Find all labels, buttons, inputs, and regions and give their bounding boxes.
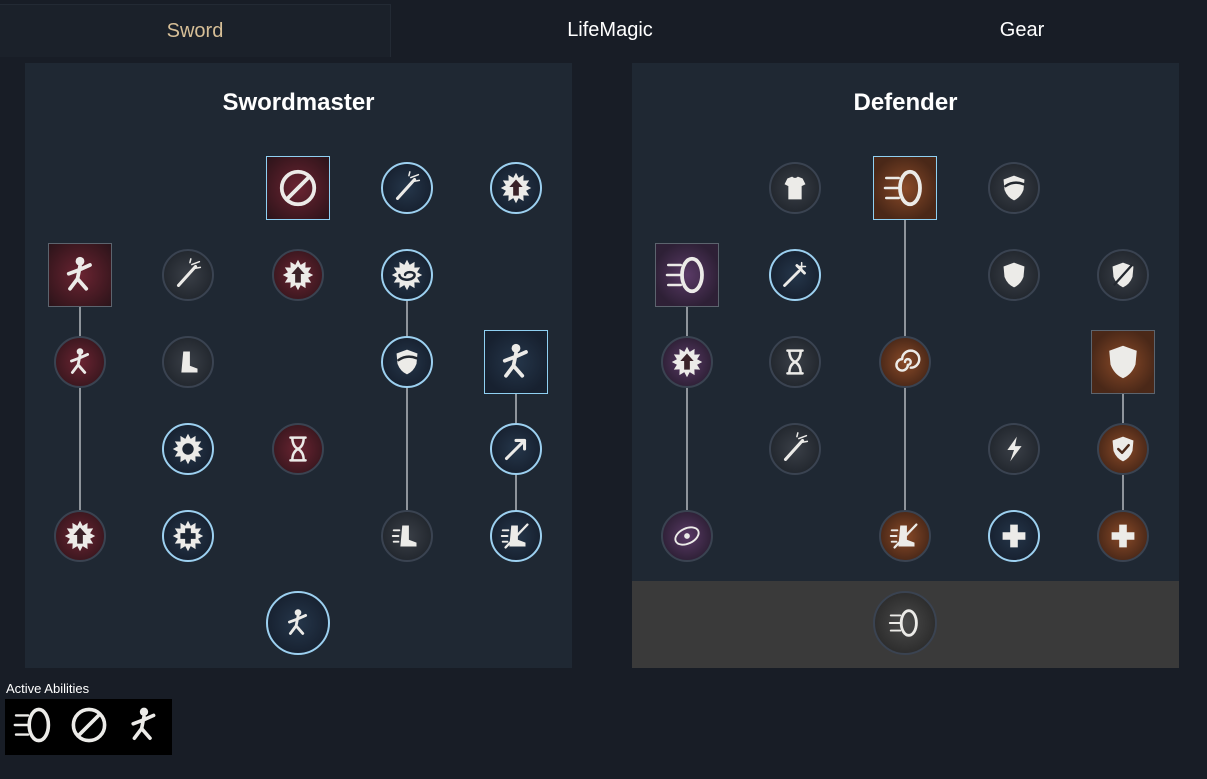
skill-node-df-r2-c4[interactable]: [988, 249, 1040, 301]
shield-rush-icon: [10, 701, 58, 754]
large-shield-icon: [1098, 337, 1148, 387]
skill-node-df-r3-c2[interactable]: [769, 336, 821, 388]
connector-line: [406, 275, 408, 536]
arrow-strike-icon: [497, 430, 535, 468]
skill-node-sm-r5-c2[interactable]: [162, 510, 214, 562]
skill-node-df-r4-c4[interactable]: [988, 423, 1040, 475]
skill-node-df-r4-c5[interactable]: [1097, 423, 1149, 475]
health-cross-icon: [1104, 517, 1142, 555]
hourglass-down-icon: [279, 430, 317, 468]
skill-node-sm-r5-c1[interactable]: [54, 510, 106, 562]
spiral-icon: [886, 343, 924, 381]
upgrade-burst-icon: [668, 343, 706, 381]
skill-node-sm-r1-c5[interactable]: [490, 162, 542, 214]
whirling-blade-icon: [65, 701, 113, 754]
hourglass-icon: [776, 343, 814, 381]
skill-node-df-r3-c3[interactable]: [879, 336, 931, 388]
shield-bash-icon: [662, 250, 712, 300]
upgrade-burst-icon: [61, 517, 99, 555]
active-abilities-bar: [5, 699, 172, 755]
triumph-figure-icon: [279, 604, 317, 642]
shield-down-icon: [995, 256, 1033, 294]
no-slow-icon: [497, 517, 535, 555]
shield-swipe-icon: [388, 343, 426, 381]
skill-node-sm-r4-c5[interactable]: [490, 423, 542, 475]
healing-plus-icon: [995, 517, 1033, 555]
orbit-stars-icon: [668, 517, 706, 555]
skill-node-sm-r1-c3[interactable]: [266, 156, 330, 220]
sword-strike-icon: [388, 169, 426, 207]
skill-node-sm-r2-c2[interactable]: [162, 249, 214, 301]
defender-tree: Defender: [632, 63, 1179, 668]
upgrade-burst-icon: [497, 169, 535, 207]
tab-lifemagic[interactable]: LifeMagic: [404, 4, 816, 57]
no-shield-icon: [1104, 256, 1142, 294]
shield-rush-icon: [880, 163, 930, 213]
upgrade-burst-icon: [279, 256, 317, 294]
skill-node-df-r1-c3[interactable]: [873, 156, 937, 220]
tab-sword[interactable]: Sword: [0, 4, 391, 57]
shield-swipe-icon: [995, 169, 1033, 207]
skill-node-sm-r3-c1[interactable]: [54, 336, 106, 388]
skill-node-df-r3-c5[interactable]: [1091, 330, 1155, 394]
skill-node-sm-r3-c2[interactable]: [162, 336, 214, 388]
skill-node-sm-r2-c1[interactable]: [48, 243, 112, 307]
skill-node-df-r4-c2[interactable]: [769, 423, 821, 475]
skill-node-df-r5-c5[interactable]: [1097, 510, 1149, 562]
tree-title: Defender: [853, 89, 958, 116]
skill-node-sm-ultimate[interactable]: [266, 591, 330, 655]
skill-node-df-r2-c1[interactable]: [655, 243, 719, 307]
connector-line: [686, 275, 688, 536]
lightning-icon: [995, 430, 1033, 468]
sword-sparkle-icon: [169, 256, 207, 294]
skill-node-df-ultimate[interactable]: [873, 591, 937, 655]
armor-chest-icon: [776, 169, 814, 207]
skill-node-df-r5-c3[interactable]: [879, 510, 931, 562]
boot-upgrade-icon: [169, 343, 207, 381]
skill-node-sm-r3-c5[interactable]: [484, 330, 548, 394]
skill-node-sm-r3-c4[interactable]: [381, 336, 433, 388]
lunge-figure-icon: [55, 250, 105, 300]
tab-gear[interactable]: Gear: [836, 4, 1207, 57]
speed-boot-icon: [388, 517, 426, 555]
tab-bar: Sword LifeMagic Gear: [0, 0, 1207, 57]
skill-node-sm-r4-c3[interactable]: [272, 423, 324, 475]
skill-node-df-r3-c1[interactable]: [661, 336, 713, 388]
active-abilities-label: Active Abilities: [6, 681, 90, 696]
charging-figure-icon: [61, 343, 99, 381]
shield-spin-icon: [886, 604, 924, 642]
skill-node-df-r5-c4[interactable]: [988, 510, 1040, 562]
active-ability-slot-1[interactable]: [7, 701, 60, 753]
active-ability-slot-2[interactable]: [62, 701, 115, 753]
tree-title: Swordmaster: [222, 89, 375, 116]
skill-node-df-r2-c5[interactable]: [1097, 249, 1149, 301]
sword-strike-icon: [776, 430, 814, 468]
skill-node-sm-r2-c4[interactable]: [381, 249, 433, 301]
health-burst-icon: [169, 517, 207, 555]
skill-node-sm-r5-c4[interactable]: [381, 510, 433, 562]
skill-node-df-r1-c4[interactable]: [988, 162, 1040, 214]
heart-burst-icon: [169, 430, 207, 468]
leaping-strike-icon: [491, 337, 541, 387]
vortex-burst-icon: [388, 256, 426, 294]
skill-node-sm-r5-c5[interactable]: [490, 510, 542, 562]
skill-node-sm-r1-c4[interactable]: [381, 162, 433, 214]
shield-check-icon: [1104, 430, 1142, 468]
skill-node-df-r1-c2[interactable]: [769, 162, 821, 214]
skill-node-sm-r2-c3[interactable]: [272, 249, 324, 301]
no-slow-icon: [886, 517, 924, 555]
leaping-strike-icon: [120, 701, 168, 754]
skill-node-df-r2-c2[interactable]: [769, 249, 821, 301]
whirling-blade-icon: [273, 163, 323, 213]
skill-node-df-r5-c1[interactable]: [661, 510, 713, 562]
freeze-weapon-icon: [776, 256, 814, 294]
connector-line: [79, 275, 81, 536]
skill-node-sm-r4-c2[interactable]: [162, 423, 214, 475]
active-ability-slot-3[interactable]: [117, 701, 170, 753]
swordmaster-tree: Swordmaster: [25, 63, 572, 668]
